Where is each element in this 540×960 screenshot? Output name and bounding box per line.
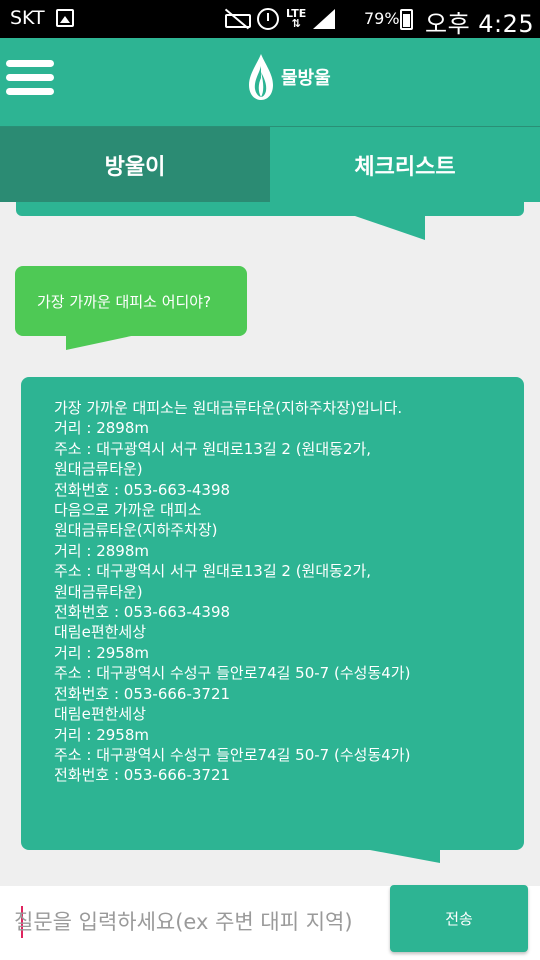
clock: 오후 4:25	[425, 10, 535, 38]
status-bar: SKT LTE ⇅ 79% 오후 4:25	[0, 0, 540, 38]
bot-message-line: 전화번호 : 053-663-4398	[54, 603, 231, 622]
previous-bot-bubble	[16, 202, 524, 216]
battery-icon	[400, 9, 413, 30]
bubble-tail	[66, 335, 136, 350]
app-logo: 물방울	[246, 52, 331, 102]
bot-message-line: 다음으로 가까운 대피소	[54, 501, 202, 520]
status-icons: LTE ⇅	[222, 6, 336, 32]
bot-message-line: 전화번호 : 053-666-3721	[54, 684, 231, 703]
carrier-label: SKT	[10, 7, 45, 29]
lte-indicator: LTE ⇅	[286, 7, 307, 30]
bot-message-line: 거리 : 2898m	[54, 541, 149, 560]
bot-message-line: 대림e편한세상	[54, 705, 147, 724]
bot-message-line: 주소 : 대구광역시 서구 원대로13길 2 (원대동2가,	[54, 562, 372, 581]
bot-message-line: 전화번호 : 053-666-3721	[54, 766, 231, 785]
hamburger-menu-icon[interactable]	[6, 60, 54, 104]
app-bar: 물방울	[0, 38, 540, 127]
logo-text: 물방울	[281, 68, 331, 89]
menu-line	[6, 60, 54, 67]
bot-message-line: 원대금류타운(지하주차장)	[54, 521, 218, 540]
bot-message-line: 전화번호 : 053-663-4398	[54, 480, 231, 499]
bot-message-line: 주소 : 대구광역시 수성구 들안로74길 50-7 (수성동4가)	[54, 664, 411, 683]
mute-icon	[222, 9, 251, 29]
tab-bar: 방울이 체크리스트	[0, 127, 540, 202]
menu-line	[6, 74, 54, 81]
battery-percent: 79%	[364, 9, 400, 28]
bubble-tail	[355, 216, 425, 240]
user-message-text: 가장 가까운 대피소 어디야?	[37, 292, 212, 311]
bot-message-line: 거리 : 2958m	[54, 725, 149, 744]
bot-message-line: 주소 : 대구광역시 서구 원대로13길 2 (원대동2가,	[54, 439, 372, 458]
bot-message-line: 대림e편한세상	[54, 623, 147, 642]
bot-message-line: 원대금류타운)	[54, 460, 143, 479]
bubble-tail	[370, 850, 440, 863]
water-drop-icon	[249, 54, 273, 100]
bot-message-line: 가장 가까운 대피소는 원대금류타운(지하주차장)입니다.	[54, 399, 403, 417]
bot-message-line: 원대금류타운)	[54, 582, 143, 601]
bot-message-line: 거리 : 2958m	[54, 643, 149, 662]
bot-message-bubble: 가장 가까운 대피소는 원대금류타운(지하주차장)입니다. 거리 : 2898m 주…	[21, 377, 524, 850]
tab-checklist[interactable]: 체크리스트	[270, 127, 540, 202]
question-input[interactable]	[14, 900, 382, 944]
alarm-icon	[257, 8, 279, 30]
signal-icon	[313, 9, 336, 29]
lte-label: LTE	[286, 7, 307, 20]
menu-line	[6, 88, 54, 95]
chat-area[interactable]: 가장 가까운 대피소 어디야? 가장 가까운 대피소는 원대금류타운(지하주차장…	[0, 202, 540, 886]
tab-bangul[interactable]: 방울이	[0, 127, 270, 202]
bot-message-line: 거리 : 2898m	[54, 419, 149, 438]
user-message-bubble: 가장 가까운 대피소 어디야?	[15, 266, 247, 336]
send-button[interactable]: 전송	[390, 885, 528, 952]
image-icon	[56, 9, 74, 27]
bot-message-line: 주소 : 대구광역시 수성구 들안로74길 50-7 (수성동4가)	[54, 745, 411, 764]
